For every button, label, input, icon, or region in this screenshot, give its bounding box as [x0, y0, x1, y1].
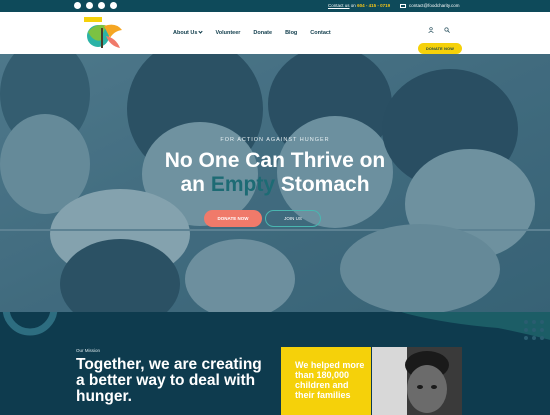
- hero-headline-line1: No One Can Thrive on: [164, 149, 386, 172]
- mission-eyebrow: Our Mission: [76, 348, 101, 353]
- nav-volunteer[interactable]: Volunteer: [215, 30, 240, 36]
- email-text[interactable]: contact@foodcharity.com: [409, 3, 460, 8]
- nav-donate[interactable]: Donate: [253, 30, 272, 36]
- mission-title: Together, we are creating a better way t…: [76, 356, 262, 405]
- hero-join-button[interactable]: JOIN US: [265, 210, 321, 227]
- mission-section: Our Mission Together, we are creating a …: [0, 312, 550, 415]
- top-bar: Contact us on 604 - 415 - 0719 contact@f…: [0, 0, 550, 12]
- donate-now-button[interactable]: DONATE NOW: [418, 43, 462, 54]
- envelope-icon: [400, 3, 406, 8]
- hero-headline-line2: an Empty Stomach: [180, 173, 370, 196]
- contact-phone: Contact us on 604 - 415 - 0719: [328, 2, 390, 9]
- hero-donate-button[interactable]: DONATE NOW: [204, 210, 262, 227]
- decorative-ring: [2, 312, 58, 336]
- hero-headline: No One Can Thrive on an Empty Stomach: [0, 149, 550, 197]
- contact-us-link[interactable]: Contact us: [328, 3, 350, 8]
- search-icon[interactable]: [444, 27, 450, 33]
- nav-contact[interactable]: Contact: [310, 30, 330, 36]
- twitter-icon[interactable]: [98, 2, 105, 9]
- nav-blog[interactable]: Blog: [285, 30, 297, 36]
- main-nav: About Us Volunteer Donate Blog Contact: [173, 29, 344, 36]
- stats-card-text: We helped more than 180,000 children and…: [295, 360, 365, 400]
- user-icon[interactable]: [428, 27, 434, 33]
- hero-section: FOR ACTION AGAINST HUNGER No One Can Thr…: [0, 54, 550, 312]
- decorative-dots: [524, 320, 544, 340]
- phone-number[interactable]: 604 - 415 - 0719: [357, 3, 390, 8]
- stats-card: We helped more than 180,000 children and…: [281, 347, 371, 415]
- hero-eyebrow: FOR ACTION AGAINST HUNGER: [220, 137, 330, 143]
- child-photo: [372, 347, 462, 415]
- contact-connector: on: [350, 3, 356, 8]
- site-logo[interactable]: [82, 16, 124, 52]
- chevron-down-icon: [198, 29, 204, 34]
- hero-headline-accent: Empty: [210, 173, 275, 196]
- instagram-icon[interactable]: [110, 2, 117, 9]
- facebook-icon[interactable]: [74, 2, 81, 9]
- site-header: About Us Volunteer Donate Blog Contact D…: [0, 12, 550, 54]
- nav-about[interactable]: About Us: [173, 29, 204, 36]
- youtube-icon[interactable]: [86, 2, 93, 9]
- contact-email[interactable]: contact@foodcharity.com: [400, 2, 460, 9]
- social-links: [74, 2, 117, 9]
